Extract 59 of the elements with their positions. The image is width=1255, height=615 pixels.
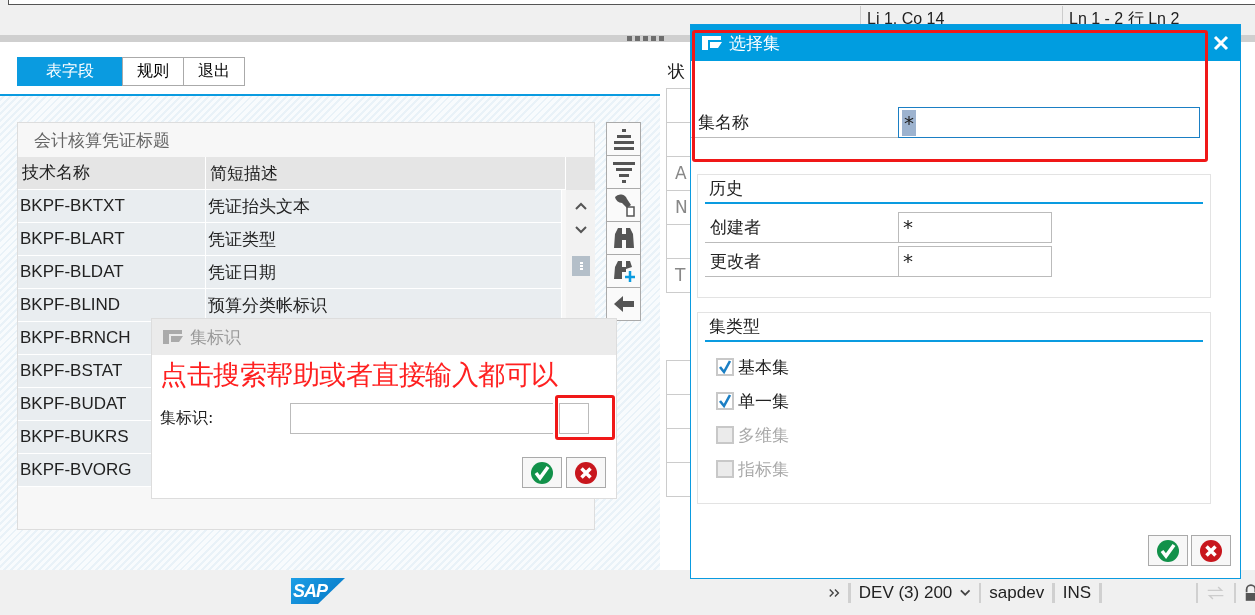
field-value: * [902, 109, 916, 136]
binoculars-plus-icon [611, 259, 636, 283]
field-label: 更改者 [705, 246, 898, 277]
table-cell: 凭证抬头文本 [206, 190, 562, 223]
group-title: 集类型 [705, 313, 1203, 342]
stack-icon [611, 127, 636, 151]
table-cell: 凭证类型 [206, 223, 562, 256]
caret-icon[interactable] [960, 588, 971, 598]
binoculars-icon [611, 226, 636, 250]
filter-icon [611, 160, 636, 184]
table-cell: BKPF-BLART [18, 223, 206, 256]
splitter-grip-icon[interactable] [627, 35, 667, 42]
table-cell: BKPF-BLIND [18, 289, 206, 322]
cancel-button[interactable] [1191, 535, 1231, 566]
table-title: 会计核算凭证标题 [33, 129, 171, 152]
scroll-thumb[interactable] [571, 256, 590, 276]
field-label: 创建者 [705, 212, 898, 243]
checkbox-label: 单一集 [738, 389, 789, 413]
expand-icon[interactable] [828, 587, 841, 599]
user-name: sapdev [989, 583, 1045, 603]
binoculars-plus-button[interactable] [606, 254, 641, 288]
table-cell: BKPF-BKTXT [18, 190, 206, 223]
dialog-title: 选择集 [729, 31, 780, 55]
binoculars-button[interactable] [606, 221, 641, 255]
window-icon [162, 329, 184, 345]
input-field[interactable] [290, 403, 553, 434]
chevron-up-icon[interactable] [573, 201, 588, 211]
close-icon[interactable] [1213, 35, 1229, 51]
column-header[interactable]: 简短描述 [206, 157, 566, 190]
checkbox-label: 基本集 [738, 355, 789, 379]
checkbox[interactable] [716, 358, 734, 376]
input-field[interactable]: * [898, 246, 1052, 277]
input-field[interactable]: * [898, 212, 1052, 243]
checkbox-label: 多维集 [738, 423, 789, 447]
insert-mode: INS [1062, 583, 1092, 603]
group-title: 历史 [705, 175, 1203, 204]
filter-button[interactable] [606, 155, 641, 189]
tab[interactable]: 规则 [122, 57, 184, 86]
field-label: 集名称 [691, 107, 898, 138]
highlight-frame [555, 395, 615, 440]
column-header[interactable]: 技术名称 [18, 157, 206, 190]
move-top-button[interactable] [606, 122, 641, 156]
checkbox[interactable] [716, 392, 734, 410]
chevron-down-icon[interactable] [573, 225, 588, 235]
table-cell: BKPF-BLDAT [18, 256, 206, 289]
tab[interactable]: 退出 [183, 57, 245, 86]
confirm-button[interactable] [522, 457, 562, 488]
group-label: 状 [668, 60, 685, 83]
back-button[interactable] [606, 287, 641, 321]
checkbox-label: 指标集 [738, 457, 789, 481]
wrench-button[interactable] [606, 188, 641, 222]
input-field[interactable]: * [898, 107, 1200, 138]
lock-icon[interactable] [1244, 583, 1255, 603]
table-cell: 凭证日期 [206, 256, 562, 289]
cancel-button[interactable] [566, 457, 606, 488]
confirm-button[interactable] [1148, 535, 1188, 566]
sap-logo: SAP [291, 578, 345, 604]
window-icon [701, 35, 723, 51]
system-info[interactable]: DEV (3) 200 [858, 583, 953, 603]
